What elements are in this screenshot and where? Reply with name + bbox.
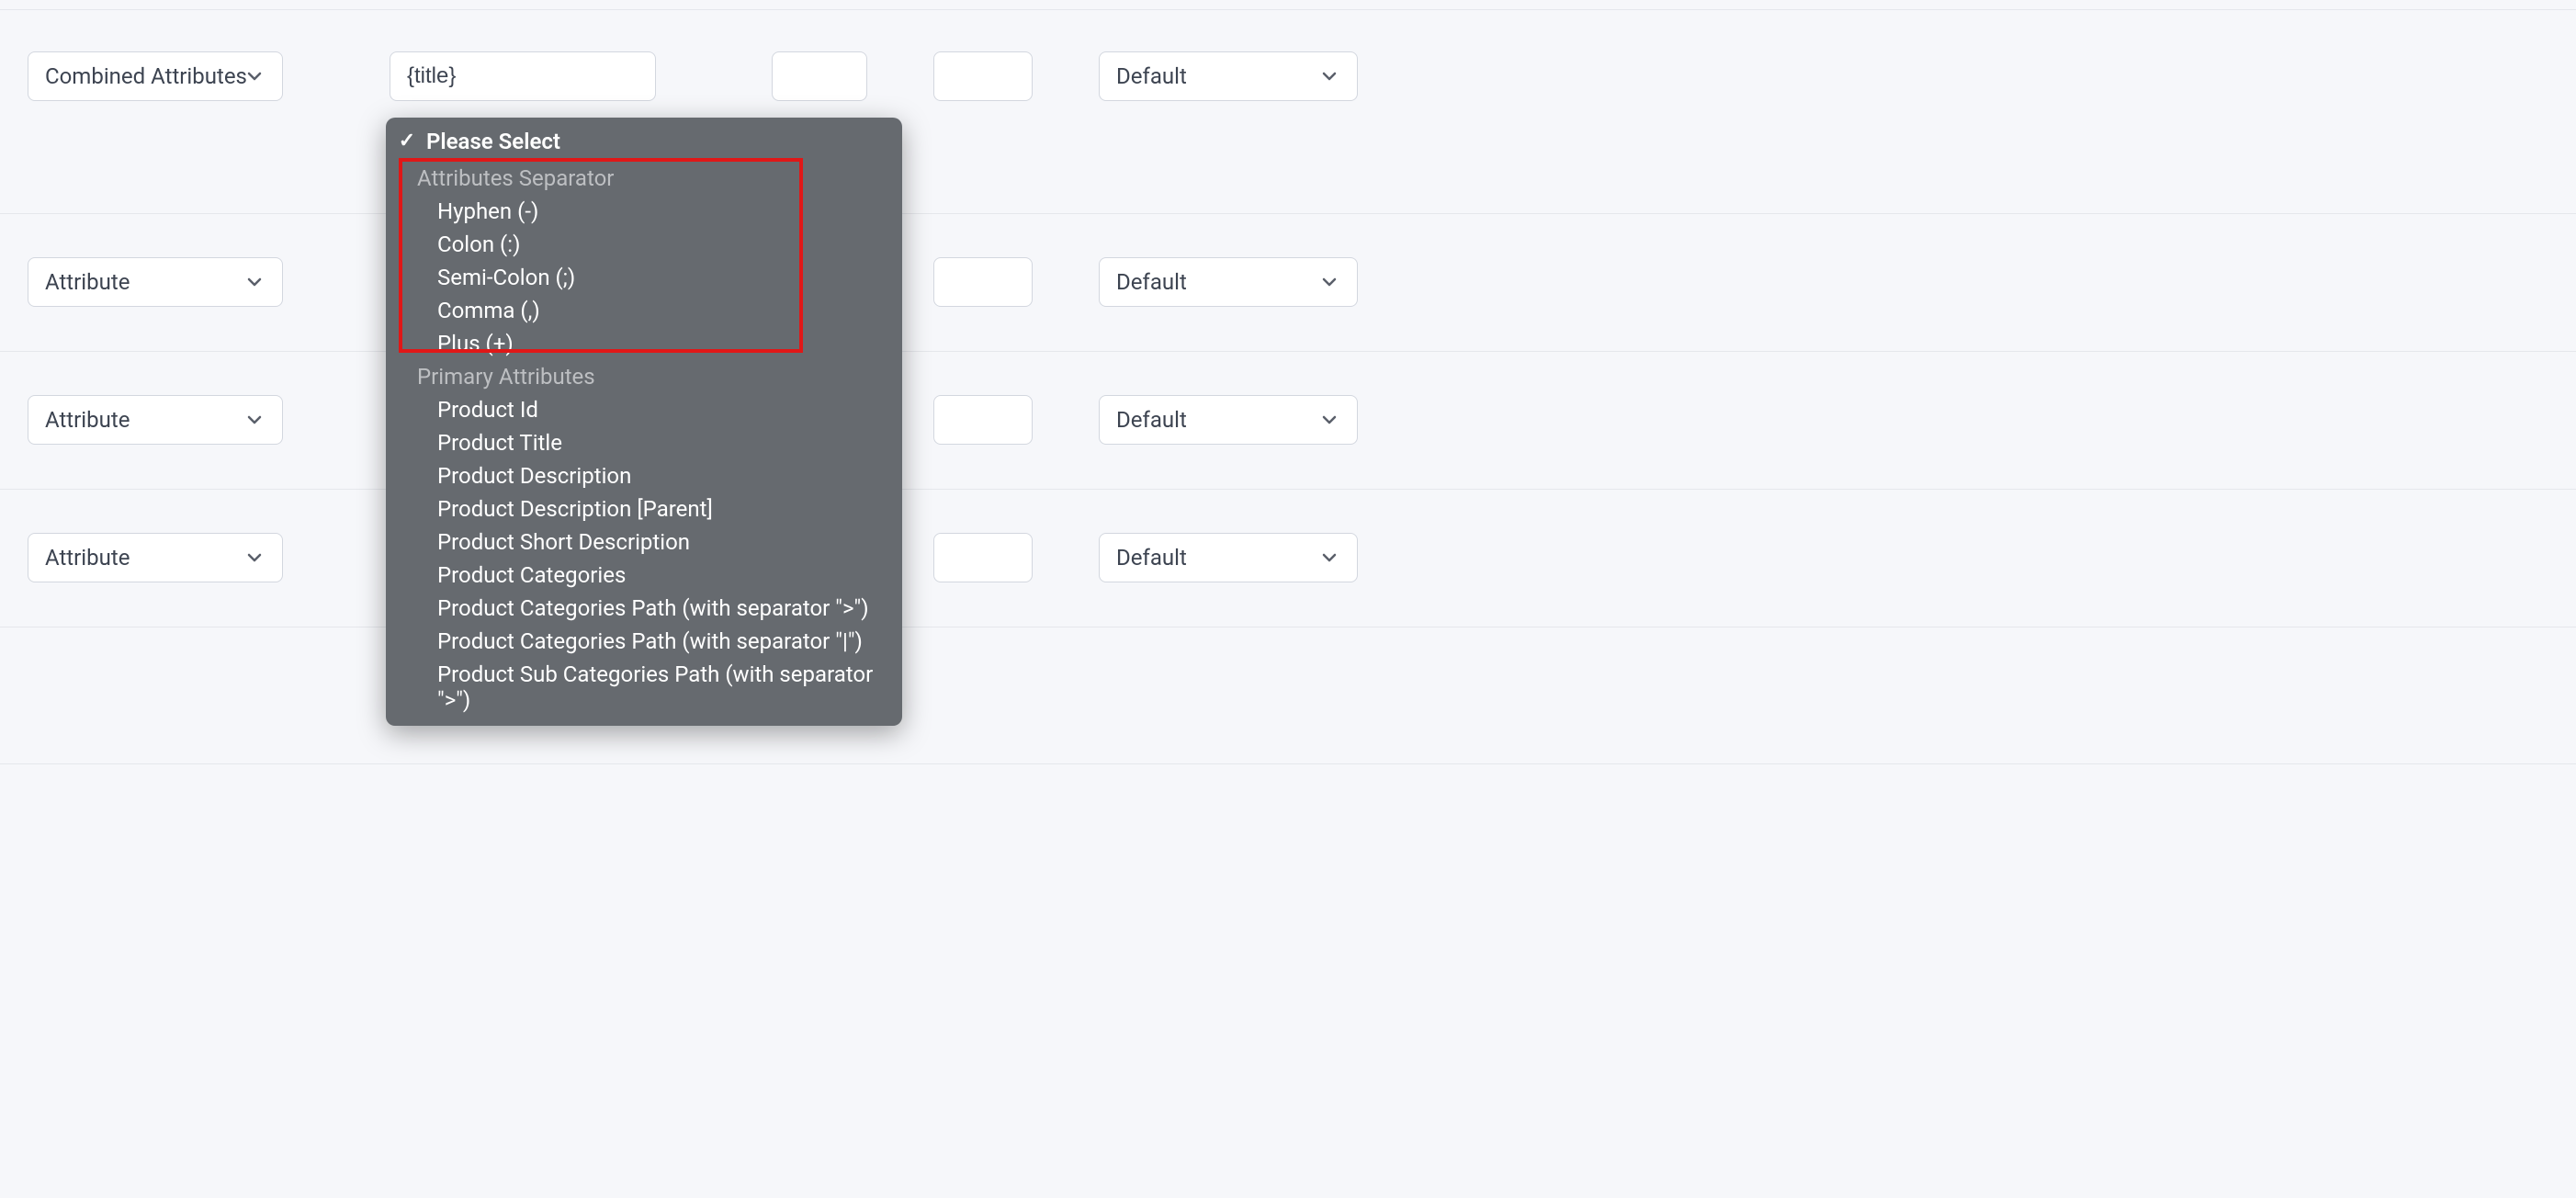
chevron-down-icon [1318, 547, 1340, 569]
output-select-label: Default [1116, 269, 1187, 295]
chevron-down-icon [243, 271, 266, 293]
prefix-input-row-0[interactable] [772, 51, 867, 101]
output-select-label: Default [1116, 545, 1187, 571]
dropdown-option-product-description-parent[interactable]: Product Description [Parent] [386, 492, 902, 526]
type-select-row-0[interactable]: Combined Attributes [28, 51, 283, 101]
type-select-label: Attribute [45, 545, 130, 571]
suffix-input-row-1[interactable] [933, 257, 1033, 307]
dropdown-option-product-sub-categories-path-gt[interactable]: Product Sub Categories Path (with separa… [386, 658, 902, 717]
chevron-down-icon [243, 547, 266, 569]
type-select-label: Attribute [45, 269, 130, 295]
suffix-input-row-0[interactable] [933, 51, 1033, 101]
dropdown-option-product-id[interactable]: Product Id [386, 393, 902, 426]
type-select-row-2[interactable]: Attribute [28, 395, 283, 445]
dropdown-option-plus[interactable]: Plus (+) [386, 327, 902, 360]
output-select-row-2[interactable]: Default [1099, 395, 1358, 445]
output-select-label: Default [1116, 407, 1187, 433]
dropdown-option-please-select[interactable]: Please Select [386, 123, 902, 162]
dropdown-group-attributes-separator: Attributes Separator [386, 162, 902, 195]
suffix-input-row-3[interactable] [933, 533, 1033, 582]
dropdown-group-primary-attributes: Primary Attributes [386, 360, 902, 393]
chevron-down-icon [243, 409, 266, 431]
dropdown-option-product-categories-path-pipe[interactable]: Product Categories Path (with separator … [386, 625, 902, 658]
dropdown-option-product-description[interactable]: Product Description [386, 459, 902, 492]
type-select-label: Combined Attributes [45, 63, 247, 89]
value-input-row-0[interactable] [390, 51, 656, 101]
dropdown-option-product-categories[interactable]: Product Categories [386, 559, 902, 592]
dropdown-option-semicolon[interactable]: Semi-Colon (;) [386, 261, 902, 294]
chevron-down-icon [1318, 271, 1340, 293]
dropdown-option-product-title[interactable]: Product Title [386, 426, 902, 459]
dropdown-option-hyphen[interactable]: Hyphen (-) [386, 195, 902, 228]
output-select-row-1[interactable]: Default [1099, 257, 1358, 307]
output-select-row-3[interactable]: Default [1099, 533, 1358, 582]
suffix-input-row-2[interactable] [933, 395, 1033, 445]
dropdown-option-comma[interactable]: Comma (,) [386, 294, 902, 327]
type-select-row-1[interactable]: Attribute [28, 257, 283, 307]
dropdown-option-product-categories-path-gt[interactable]: Product Categories Path (with separator … [386, 592, 902, 625]
type-select-row-3[interactable]: Attribute [28, 533, 283, 582]
chevron-down-icon [1318, 409, 1340, 431]
output-select-label: Default [1116, 63, 1187, 89]
type-select-label: Attribute [45, 407, 130, 433]
attribute-dropdown-popup[interactable]: Please Select Attributes Separator Hyphe… [386, 118, 902, 726]
dropdown-option-product-short-description[interactable]: Product Short Description [386, 526, 902, 559]
dropdown-option-colon[interactable]: Colon (:) [386, 228, 902, 261]
dropdown-selected-label: Please Select [426, 127, 560, 158]
chevron-down-icon [1318, 65, 1340, 87]
output-select-row-0[interactable]: Default [1099, 51, 1358, 101]
